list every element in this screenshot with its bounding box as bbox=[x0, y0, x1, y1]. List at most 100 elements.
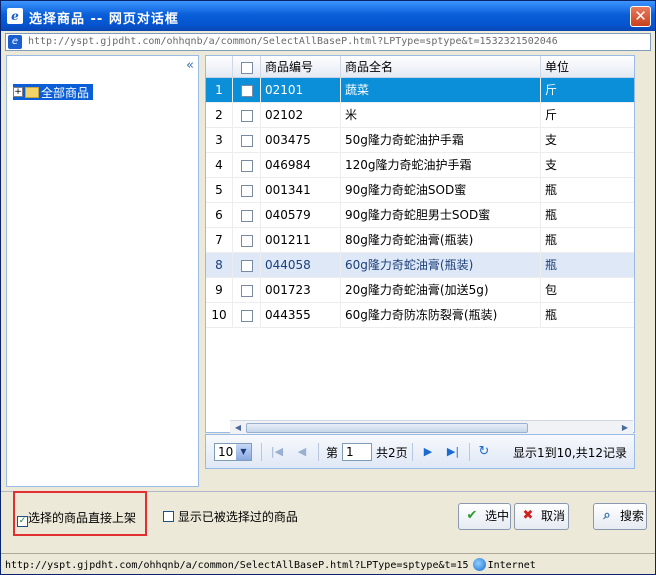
refresh-icon[interactable]: ↻ bbox=[476, 444, 492, 460]
col-header-unit[interactable]: 单位 bbox=[540, 56, 634, 78]
table-row[interactable]: 6 040579 90g隆力奇蛇胆男士SOD蜜瓶 bbox=[206, 203, 634, 228]
cell-rownum: 2 bbox=[215, 108, 223, 122]
table-row[interactable]: 9 001723 20g隆力奇蛇油膏(加送5g) 包 bbox=[206, 278, 634, 303]
direct-shelf-checkbox[interactable]: ✓ bbox=[17, 516, 28, 527]
cell-name: 50g隆力奇蛇油护手霜 bbox=[340, 128, 540, 153]
title-bar: e 选择商品 -- 网页对话框 ✕ bbox=[1, 1, 655, 31]
cell-code: 046984 bbox=[260, 153, 340, 178]
row-checkbox-cell bbox=[232, 153, 260, 178]
show-selected-option[interactable]: 显示已被选择过的商品 bbox=[163, 508, 298, 525]
page-prefix: 第 bbox=[326, 446, 339, 460]
row-checkbox[interactable] bbox=[240, 284, 253, 297]
cell-unit: 瓶 bbox=[540, 178, 634, 203]
security-zone: Internet bbox=[487, 560, 536, 571]
cell-name: 蔬菜 bbox=[340, 78, 540, 103]
pager-separator bbox=[469, 443, 470, 461]
record-summary: 显示1到10,共12记录 bbox=[513, 446, 627, 460]
page-size-select[interactable]: 10 ▼ bbox=[214, 443, 252, 461]
cell-rownum: 4 bbox=[215, 158, 223, 172]
scroll-right-icon[interactable]: ▶ bbox=[619, 422, 631, 434]
cell-rownum: 3 bbox=[215, 133, 223, 147]
col-header-name[interactable]: 商品全名 bbox=[340, 56, 540, 78]
window-title: 选择商品 -- 网页对话框 bbox=[29, 12, 179, 27]
cell-code: 02102 bbox=[260, 103, 340, 128]
direct-shelf-option[interactable]: ✓ 选择的商品直接上架 bbox=[17, 509, 136, 527]
page-number-input[interactable]: 1 bbox=[342, 443, 372, 461]
collapse-panel-icon[interactable]: « bbox=[186, 58, 194, 73]
scroll-left-icon[interactable]: ◀ bbox=[232, 422, 244, 434]
table-row[interactable]: 7 001211 80g隆力奇蛇油膏(瓶装) 瓶 bbox=[206, 228, 634, 253]
cell-rownum: 9 bbox=[215, 283, 223, 297]
table-row[interactable]: 2 02102 米斤 bbox=[206, 103, 634, 128]
cell-name: 60g隆力奇防冻防裂膏(瓶装) bbox=[340, 303, 540, 328]
status-bar: http://yspt.gjpdht.com/ohhqnb/a/common/S… bbox=[1, 553, 655, 574]
row-checkbox[interactable] bbox=[240, 209, 253, 222]
tree-node-all[interactable]: + 全部商品 bbox=[13, 84, 94, 100]
table-row[interactable]: 1 02101 蔬菜斤 bbox=[206, 78, 634, 103]
row-checkbox[interactable] bbox=[240, 84, 253, 97]
expand-icon[interactable]: + bbox=[13, 87, 23, 97]
table-row[interactable]: 3 003475 50g隆力奇蛇油护手霜支 bbox=[206, 128, 634, 153]
cell-unit: 瓶 bbox=[540, 303, 634, 328]
cell-unit: 斤 bbox=[540, 103, 634, 128]
search-button[interactable]: ⌕ 搜索 bbox=[593, 503, 647, 530]
cell-unit: 支 bbox=[540, 153, 634, 178]
cancel-button-label: 取消 bbox=[541, 509, 566, 523]
table-row[interactable]: 8 044058 60g隆力奇蛇油膏(瓶装) 瓶 bbox=[206, 253, 634, 278]
first-page-icon[interactable]: |◀ bbox=[269, 444, 285, 460]
dialog-window: e 选择商品 -- 网页对话框 ✕ e http://yspt.gjpdht.c… bbox=[0, 0, 656, 575]
check-icon: ✔ bbox=[466, 508, 478, 523]
row-checkbox[interactable] bbox=[240, 109, 253, 122]
pager-separator bbox=[412, 443, 413, 461]
cell-name: 20g隆力奇蛇油膏(加送5g) bbox=[340, 278, 540, 303]
show-selected-label: 显示已被选择过的商品 bbox=[177, 510, 298, 524]
cell-code: 044355 bbox=[260, 303, 340, 328]
category-tree: « + 全部商品 bbox=[6, 55, 199, 487]
row-checkbox[interactable] bbox=[240, 184, 253, 197]
cell-name: 60g隆力奇蛇油膏(瓶装) bbox=[340, 253, 540, 278]
row-checkbox[interactable] bbox=[240, 309, 253, 322]
rownum-header bbox=[206, 56, 232, 78]
row-checkbox-cell bbox=[232, 128, 260, 153]
last-page-icon[interactable]: ▶| bbox=[445, 444, 461, 460]
search-button-label: 搜索 bbox=[620, 509, 645, 523]
cell-rownum: 1 bbox=[215, 83, 223, 97]
cell-rownum: 10 bbox=[211, 308, 227, 322]
row-checkbox-cell bbox=[232, 103, 260, 128]
cell-code: 040579 bbox=[260, 203, 340, 228]
table-row[interactable]: 4 046984 120g隆力奇蛇油护手霜支 bbox=[206, 153, 634, 178]
scroll-thumb[interactable] bbox=[246, 423, 528, 433]
row-checkbox[interactable] bbox=[240, 134, 253, 147]
select-button-label: 选中 bbox=[485, 509, 510, 523]
cell-unit: 包 bbox=[540, 278, 634, 303]
select-all-checkbox[interactable] bbox=[240, 61, 253, 74]
col-header-code[interactable]: 商品编号 bbox=[260, 56, 340, 78]
close-button[interactable]: ✕ bbox=[630, 6, 651, 27]
direct-shelf-highlight: ✓ 选择的商品直接上架 bbox=[13, 491, 147, 536]
next-page-icon[interactable]: ▶ bbox=[420, 444, 436, 460]
address-text: http://yspt.gjpdht.com/ohhqnb/a/common/S… bbox=[28, 36, 558, 47]
row-checkbox-cell bbox=[232, 78, 260, 103]
row-checkbox[interactable] bbox=[240, 159, 253, 172]
horizontal-scrollbar[interactable]: ◀ ▶ bbox=[230, 420, 633, 434]
select-button[interactable]: ✔ 选中 bbox=[458, 503, 511, 530]
table-row[interactable]: 5 001341 90g隆力奇蛇油SOD蜜瓶 bbox=[206, 178, 634, 203]
cell-name: 90g隆力奇蛇油SOD蜜 bbox=[340, 178, 540, 203]
cell-unit: 瓶 bbox=[540, 203, 634, 228]
dropdown-arrow-icon[interactable]: ▼ bbox=[236, 444, 251, 460]
cell-unit: 瓶 bbox=[540, 253, 634, 278]
show-selected-checkbox[interactable] bbox=[163, 511, 174, 522]
row-checkbox[interactable] bbox=[240, 259, 253, 272]
row-checkbox[interactable] bbox=[240, 234, 253, 247]
cell-code: 001341 bbox=[260, 178, 340, 203]
cancel-button[interactable]: ✖ 取消 bbox=[514, 503, 569, 530]
cancel-x-icon: ✖ bbox=[522, 508, 534, 523]
cell-unit: 支 bbox=[540, 128, 634, 153]
select-all-header bbox=[232, 56, 260, 78]
table-row[interactable]: 10 044355 60g隆力奇防冻防裂膏(瓶装) 瓶 bbox=[206, 303, 634, 328]
tree-node-label: 全部商品 bbox=[41, 85, 90, 100]
cell-code: 02101 bbox=[260, 78, 340, 103]
page-icon: e bbox=[8, 35, 22, 49]
prev-page-icon[interactable]: ◀ bbox=[294, 444, 310, 460]
cell-name: 90g隆力奇蛇胆男士SOD蜜 bbox=[340, 203, 540, 228]
